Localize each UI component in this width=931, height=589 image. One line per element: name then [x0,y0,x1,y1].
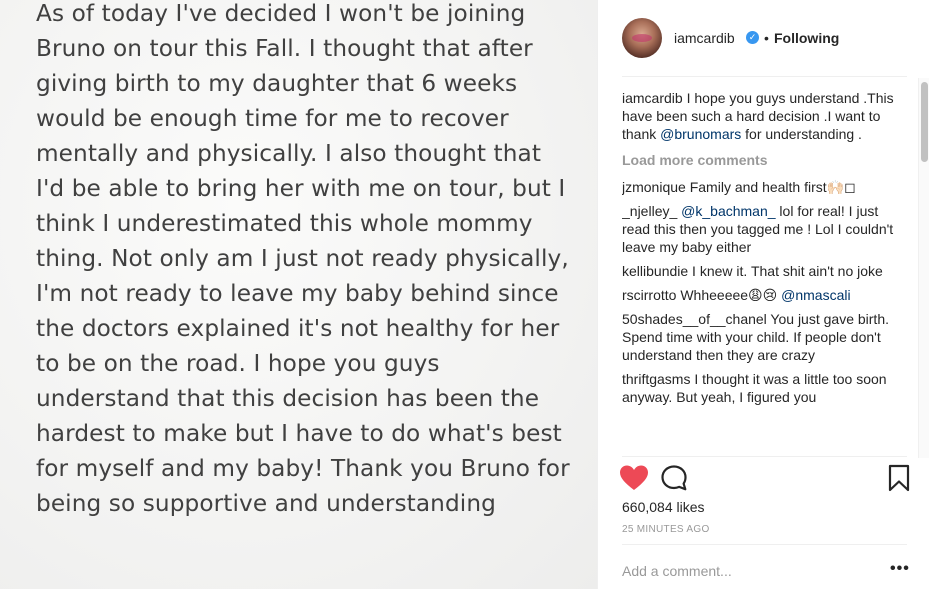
comment-item: thriftgasms I thought it was a little to… [622,370,900,406]
comment-text: I knew it. That shit ain't no joke [688,263,883,279]
caption-mention[interactable]: @brunomars [660,126,741,142]
heart-filled-icon[interactable] [619,464,649,492]
comment-item: 50shades__of__chanel You just gave birth… [622,310,900,364]
comment-text: Family and health first🙌🏻◻ [685,179,856,195]
likes-count[interactable]: 660,084 likes [622,499,705,515]
comment-item: _njelley_ @k_bachman_ lol for real! I ju… [622,202,900,256]
comments-list: iamcardib I hope you guys understand .Th… [622,89,900,456]
avatar[interactable] [622,18,662,58]
comment-item: rscirrotto Whheeeee😩😢 @nmascali [622,286,900,304]
verified-badge-icon: ✓ [746,31,759,44]
post-side-panel: iamcardib ✓ • Following iamcardib I hope… [597,0,931,589]
comment-mention[interactable]: @nmascali [781,287,850,303]
header-separator: • [764,30,769,46]
actions-divider [622,456,907,457]
load-more-comments-button[interactable]: Load more comments [622,151,900,169]
comment-username[interactable]: kellibundie [622,263,688,279]
bookmark-icon[interactable] [888,464,910,492]
post-header: iamcardib ✓ • Following [598,0,931,76]
header-username[interactable]: iamcardib [674,30,735,46]
scrollbar-thumb[interactable] [921,82,928,162]
comment-text: Whheeeee😩😢 [676,287,782,303]
comment-username[interactable]: 50shades__of__chanel [622,311,767,327]
following-button[interactable]: Following [774,30,839,46]
comment-username[interactable]: rscirrotto [622,287,676,303]
comment-username[interactable]: jzmonique [622,179,686,195]
post-image: As of today I've decided I won't be join… [0,0,597,589]
add-comment-divider [622,544,907,545]
comment-item: jzmonique Family and health first🙌🏻◻ [622,178,900,196]
caption: iamcardib I hope you guys understand .Th… [622,89,900,143]
comment-username[interactable]: thriftgasms [622,371,690,387]
caption-text-end: for understanding . [741,126,862,142]
comments-scrollbar[interactable] [918,78,929,458]
comment-username[interactable]: _njelley_ [622,203,677,219]
comment-bubble-icon[interactable] [660,464,688,492]
caption-username[interactable]: iamcardib [622,90,683,106]
add-comment-input[interactable]: Add a comment... [622,563,732,579]
post-image-text: As of today I've decided I won't be join… [36,0,570,517]
more-options-icon[interactable]: ••• [890,560,910,578]
header-divider [622,76,907,77]
post-timestamp[interactable]: 25 MINUTES AGO [622,524,710,535]
comment-item: kellibundie I knew it. That shit ain't n… [622,262,900,280]
comment-mention[interactable]: @k_bachman_ [681,203,775,219]
